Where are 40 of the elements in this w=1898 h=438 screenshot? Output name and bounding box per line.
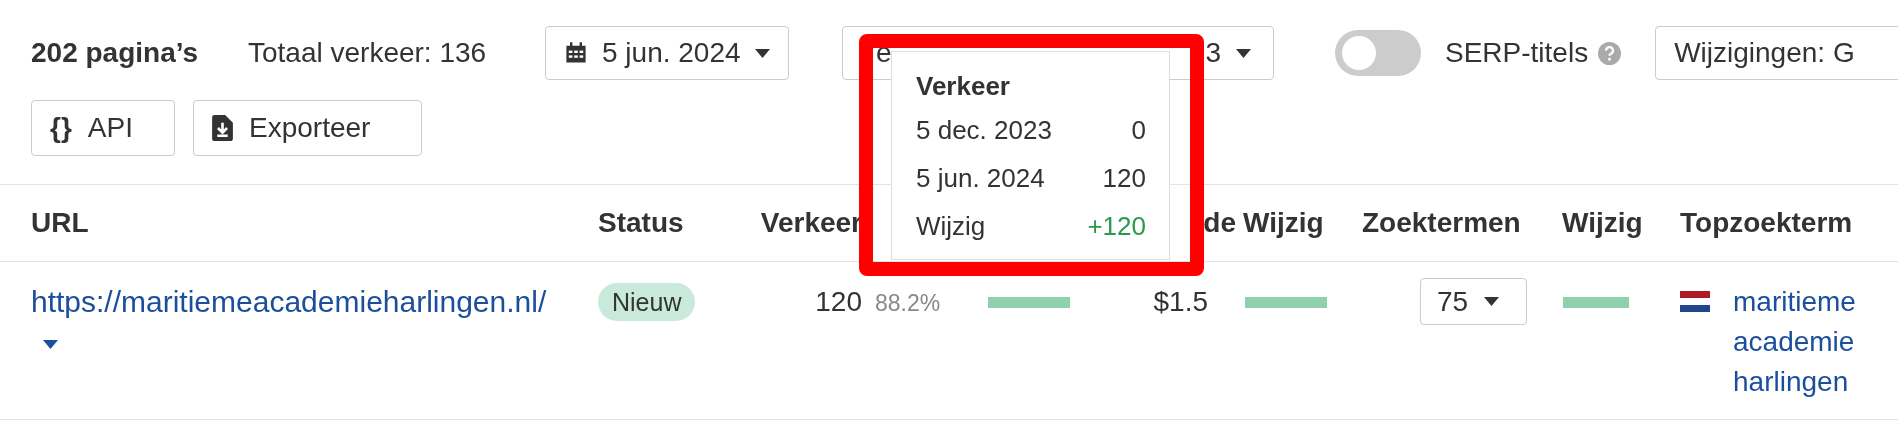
traffic-value: 120: [815, 286, 862, 317]
changes-dropdown[interactable]: Wijzigingen: G: [1655, 26, 1898, 80]
caret-icon: [1236, 48, 1251, 58]
value-amount: $1.5: [1153, 286, 1208, 317]
serp-titles-toggle[interactable]: [1335, 30, 1421, 76]
help-icon[interactable]: [1598, 41, 1622, 65]
column-header[interactable]: Wijzig: [1243, 207, 1362, 239]
flag-icon: [1680, 291, 1710, 312]
total-traffic: Totaal verkeer: 136: [248, 37, 488, 69]
column-header[interactable]: URL: [31, 207, 598, 239]
change-bar: [1563, 297, 1629, 308]
tooltip-label: Wijzig: [916, 210, 986, 243]
column-header[interactable]: Wijzig: [1562, 207, 1680, 239]
tooltip-label: 5 jun. 2024: [916, 162, 1045, 195]
status-badge: Nieuw: [598, 283, 696, 321]
download-file-icon: [212, 115, 233, 141]
tooltip-title: Verkeer: [916, 70, 1011, 103]
date-dropdown[interactable]: 5 jun. 2024: [545, 26, 789, 80]
column-header[interactable]: Zoektermen: [1362, 207, 1562, 239]
action-button[interactable]: {} API: [31, 100, 175, 156]
tooltip-label: 5 dec. 2023: [916, 114, 1052, 147]
caret-icon[interactable]: [43, 339, 58, 349]
column-header[interactable]: Verkeer: [760, 207, 862, 239]
tooltip-value: 120: [1102, 162, 1146, 195]
caret-icon: [754, 48, 770, 58]
traffic-share: 88.2%: [875, 290, 941, 316]
url-link[interactable]: https://maritiemeacademieharlingen.nl/: [31, 282, 566, 362]
toggle-label: SERP-titels: [1445, 37, 1589, 69]
tooltip-value: +120: [1087, 210, 1146, 243]
calendar-icon: [564, 41, 588, 65]
action-button[interactable]: Exporteer: [193, 100, 422, 156]
braces-icon: {}: [50, 112, 72, 144]
column-header[interactable]: Topzoekterm: [1680, 207, 1898, 239]
tooltip-value: 0: [1131, 114, 1146, 147]
column-header[interactable]: de: [1203, 207, 1236, 239]
keywords-dropdown[interactable]: 75: [1420, 278, 1527, 325]
caret-icon: [1484, 297, 1500, 306]
page-count: 202 pagina’s: [31, 37, 200, 69]
column-header[interactable]: Status: [598, 207, 748, 239]
keyword-link[interactable]: maritieme academie harlingen: [1733, 282, 1883, 402]
